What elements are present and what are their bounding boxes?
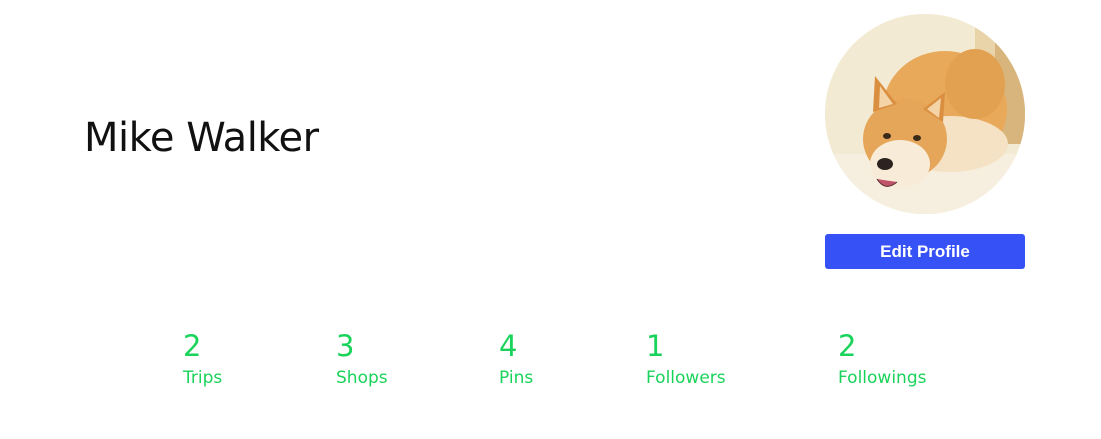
- stat-label: Trips: [183, 368, 223, 388]
- edit-profile-button[interactable]: Edit Profile: [825, 234, 1025, 269]
- avatar: [825, 14, 1025, 214]
- stat-shops[interactable]: 3 Shops: [336, 326, 388, 389]
- profile-page: Mike Walker Edit Profile 2 Trips 3 Shops…: [0, 0, 1101, 439]
- stat-label: Shops: [336, 368, 388, 388]
- stat-pins[interactable]: 4 Pins: [499, 326, 533, 389]
- stat-followings[interactable]: 2 Followings: [838, 326, 926, 389]
- stat-label: Followers: [646, 368, 726, 388]
- stat-label: Followings: [838, 368, 927, 388]
- stat-followers[interactable]: 1 Followers: [646, 326, 726, 389]
- stat-count: 3: [336, 329, 355, 363]
- profile-name: Mike Walker: [84, 115, 319, 161]
- stat-label: Pins: [499, 368, 534, 388]
- stat-trips[interactable]: 2 Trips: [183, 326, 222, 389]
- stat-count: 1: [646, 329, 665, 363]
- stat-count: 2: [838, 329, 857, 363]
- stat-count: 2: [183, 329, 202, 363]
- stat-count: 4: [499, 329, 518, 363]
- avatar-dog-image: [825, 14, 1025, 214]
